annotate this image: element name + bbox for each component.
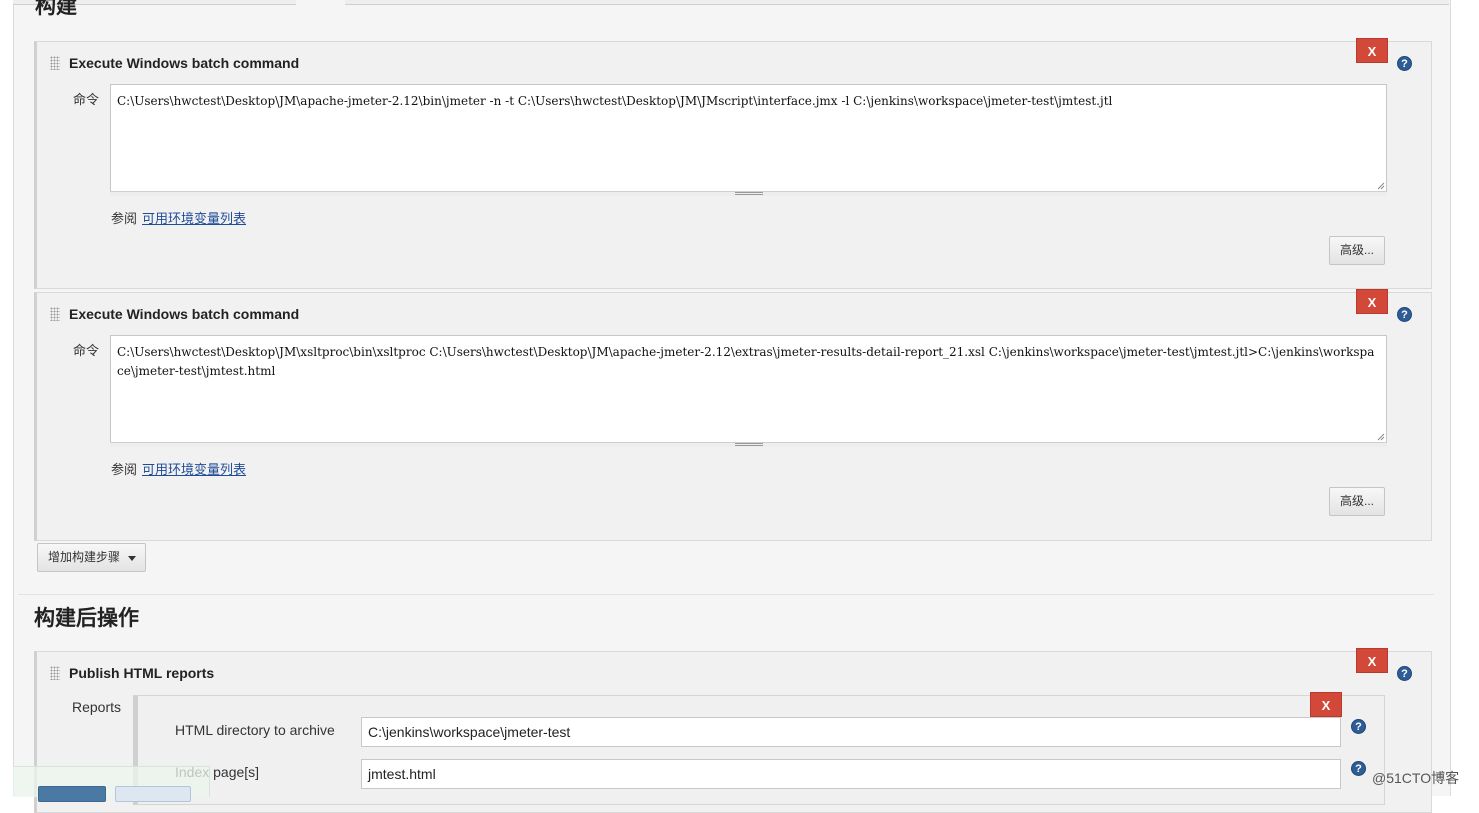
watermark: @51CTO博客 [1372,770,1460,786]
env-vars-link[interactable]: 可用环境变量列表 [142,459,246,478]
save-button[interactable] [38,786,106,802]
tab-strip-right [345,0,1449,5]
section-divider [18,594,1434,595]
delete-publisher-button[interactable]: X [1356,648,1388,673]
help-icon[interactable]: ? [1351,719,1366,734]
drag-handle-icon[interactable] [50,307,60,321]
command-label: 命令 [73,92,100,107]
step-title: Publish HTML reports [69,665,215,681]
command-textarea[interactable]: C:\Users\hwctest\Desktop\JM\xsltproc\bin… [110,335,1387,443]
advanced-button[interactable]: 高级... [1329,487,1385,516]
resize-corner-icon[interactable] [1376,181,1385,190]
html-dir-value: C:\jenkins\workspace\jmeter-test [368,724,571,740]
build-section-title: 构建 [35,0,77,18]
step-title: Execute Windows batch command [69,306,300,322]
help-icon[interactable]: ? [1397,666,1412,681]
html-dir-input[interactable]: C:\jenkins\workspace\jmeter-test [361,717,1341,747]
help-icon[interactable]: ? [1397,56,1412,71]
env-vars-link[interactable]: 可用环境变量列表 [142,208,246,227]
add-build-step-button[interactable]: 增加构建步骤 [37,543,146,572]
index-pages-value: jmtest.html [368,766,436,782]
add-build-step-label: 增加构建步骤 [48,550,121,564]
step-title: Execute Windows batch command [69,55,300,71]
resize-corner-icon[interactable] [1376,432,1385,441]
apply-button[interactable] [115,786,191,802]
see-also-label: 参阅 [111,211,138,226]
delete-step-button[interactable]: X [1356,38,1388,63]
drag-handle-icon[interactable] [50,56,60,70]
post-build-section-title: 构建后操作 [34,607,139,630]
reports-label: Reports [72,699,122,715]
caret-down-icon [128,556,136,561]
advanced-button[interactable]: 高级... [1329,236,1385,265]
help-icon[interactable]: ? [1351,761,1366,776]
grip-icon [735,192,763,195]
delete-report-button[interactable]: X [1310,692,1342,717]
delete-step-button[interactable]: X [1356,289,1388,314]
help-icon[interactable]: ? [1397,307,1412,322]
grip-icon [735,443,763,446]
command-label: 命令 [73,343,100,358]
see-also-label: 参阅 [111,462,138,477]
index-pages-input[interactable]: jmtest.html [361,759,1341,789]
command-textarea[interactable]: C:\Users\hwctest\Desktop\JM\apache-jmete… [110,84,1387,192]
html-dir-label: HTML directory to archive [175,722,335,738]
drag-handle-icon[interactable] [50,666,60,680]
